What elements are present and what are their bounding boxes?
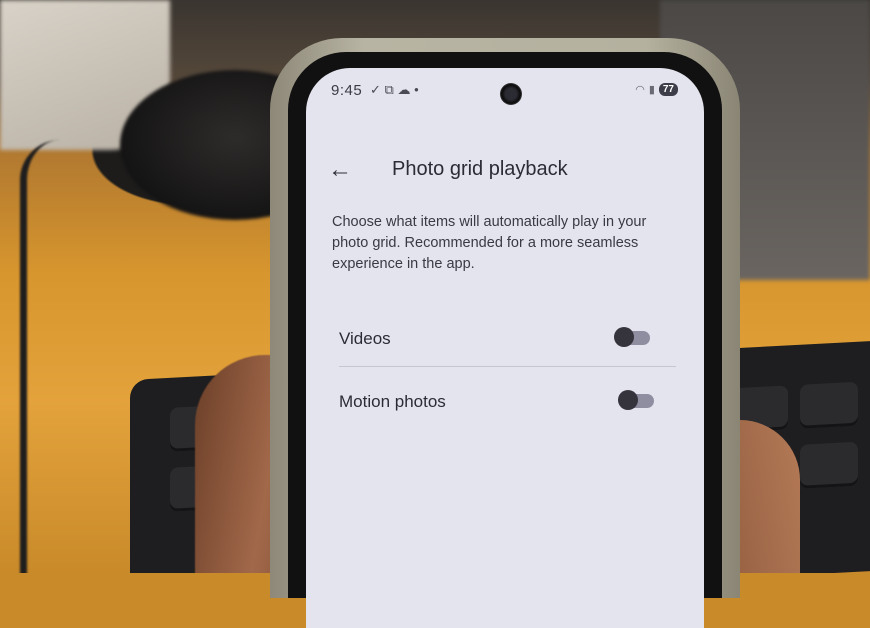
toggle-knob bbox=[614, 327, 634, 347]
videos-toggle[interactable] bbox=[614, 327, 650, 347]
cable bbox=[20, 140, 87, 573]
divider bbox=[339, 366, 676, 367]
battery-icon: 77 bbox=[658, 83, 678, 96]
setting-row-motion-photos[interactable]: Motion photos bbox=[306, 382, 704, 424]
front-camera bbox=[500, 83, 522, 105]
phone: 9:45 ✓ ⧉ ☁ • ◠ ▮ 77 ← Photo grid playbac… bbox=[270, 38, 740, 628]
screenshot-icon: ⧉ bbox=[384, 82, 394, 97]
motion-photos-toggle[interactable] bbox=[618, 390, 654, 410]
back-arrow-icon[interactable]: ← bbox=[328, 156, 352, 184]
check-icon: ✓ bbox=[370, 82, 381, 97]
phone-screen: 9:45 ✓ ⧉ ☁ • ◠ ▮ 77 ← Photo grid playbac… bbox=[306, 68, 704, 628]
notification-icons: ✓ ⧉ ☁ • bbox=[370, 82, 419, 98]
toggle-knob bbox=[618, 390, 638, 410]
setting-label: Videos bbox=[339, 329, 391, 348]
status-time: 9:45 bbox=[331, 82, 363, 99]
page-title: Photo grid playback bbox=[392, 158, 568, 180]
setting-row-videos[interactable]: Videos bbox=[306, 319, 704, 361]
setting-label: Motion photos bbox=[339, 392, 446, 411]
signal-icon: ▮ bbox=[648, 84, 655, 96]
status-bar: 9:45 ✓ ⧉ ☁ • ◠ ▮ 77 bbox=[306, 68, 704, 112]
cloud-icon: ☁ bbox=[397, 82, 411, 97]
dot-icon: • bbox=[414, 82, 419, 97]
description-text: Choose what items will automatically pla… bbox=[332, 214, 647, 272]
system-icons: ◠ ▮ 77 bbox=[635, 83, 678, 96]
app-bar: ← Photo grid playback bbox=[306, 156, 704, 196]
wifi-icon: ◠ bbox=[635, 84, 645, 96]
